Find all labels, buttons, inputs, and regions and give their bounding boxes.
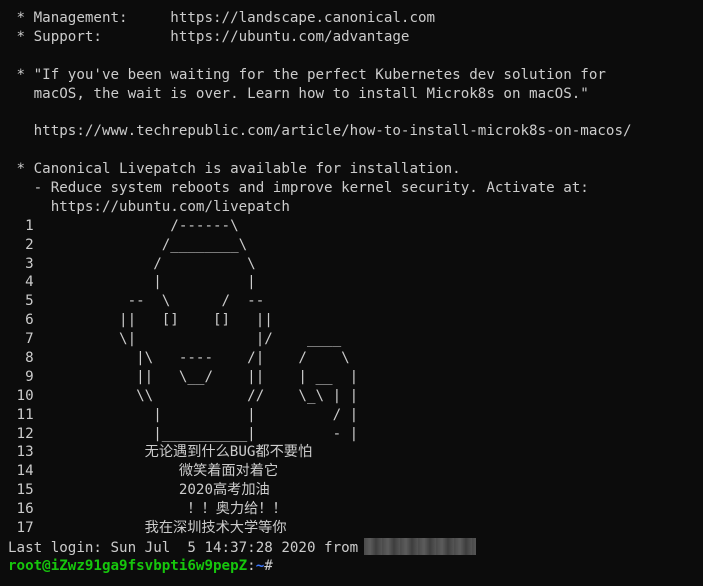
motd-article-url: https://www.techrepublic.com/article/how… (8, 123, 632, 140)
motd-management-line: * Management: https://landscape.canonica… (8, 10, 436, 26)
ascii-art-line: 12 |__________| - | (8, 425, 359, 442)
ascii-art-line: 17 我在深圳技术大学等你 (8, 520, 287, 537)
ascii-art-line: 1 /------\ (8, 217, 239, 234)
ascii-art-line: 7 \| |/ ____ (8, 331, 342, 348)
motd-quote-line-1: * "If you've been waiting for the perfec… (8, 66, 606, 83)
ascii-art-line: 3 / \ (8, 255, 256, 272)
motd-quote-line-2: macOS, the wait is over. Learn how to in… (8, 85, 589, 102)
ascii-art-line: 9 || \__/ || | __ | (8, 368, 359, 385)
ascii-art-line: 10 \\ // \_\ | | (8, 387, 359, 404)
terminal-window[interactable]: * Management: https://landscape.canonica… (0, 0, 703, 586)
ascii-art-line: 5 -- \ / -- (8, 293, 265, 310)
ascii-art-line: 8 |\ ---- /| / \ (8, 350, 350, 367)
motd-livepatch-line-1: * Canonical Livepatch is available for i… (8, 161, 461, 178)
prompt-symbol: # (264, 557, 273, 574)
prompt-path: ~ (255, 557, 265, 574)
motd-livepatch-line-3: https://ubuntu.com/livepatch (8, 198, 290, 215)
ascii-art-line: 14 微笑着面对着它 (8, 463, 279, 480)
prompt-user-host: root@iZwz91ga9fsvbpti6w9pepZ (8, 557, 248, 574)
prompt-separator: : (247, 557, 256, 574)
motd-support-line: * Support: https://ubuntu.com/advantage (8, 28, 410, 45)
ascii-art-line: 15 2020高考加油 (8, 482, 270, 499)
ascii-art-line: 6 || [] [] || (8, 312, 273, 329)
motd-livepatch-line-2: - Reduce system reboots and improve kern… (8, 180, 589, 197)
last-login-line: Last login: Sun Jul 5 14:37:28 2020 from (8, 537, 703, 557)
redacted-ip-address (364, 537, 477, 555)
ascii-art-line: 11 | | / | (8, 406, 359, 423)
shell-prompt[interactable]: root@iZwz91ga9fsvbpti6w9pepZ:~# (8, 557, 703, 576)
ascii-art-line: 13 无论遇到什么BUG都不要怕 (8, 444, 313, 461)
ascii-art-line: 4 | | (8, 274, 256, 291)
ascii-art-line: 16 ！！奥力给！！ (8, 501, 287, 518)
text-cursor[interactable] (273, 557, 281, 572)
last-login-text: Last login: Sun Jul 5 14:37:28 2020 from (8, 539, 359, 556)
ascii-art-line: 2 /________\ (8, 236, 248, 253)
